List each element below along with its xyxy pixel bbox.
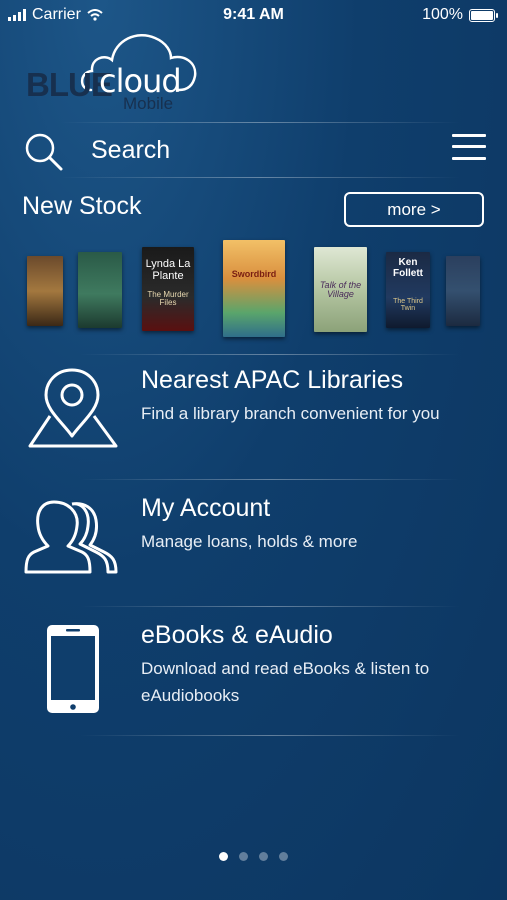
- page-dot[interactable]: [279, 852, 288, 861]
- hamburger-menu-icon[interactable]: [452, 132, 486, 162]
- divider: [80, 354, 460, 355]
- ebooks-eaudio-item[interactable]: eBooks & eAudio Download and read eBooks…: [0, 615, 507, 735]
- nearest-libraries-item[interactable]: Nearest APAC Libraries Find a library br…: [0, 360, 507, 470]
- battery-percentage: 100%: [422, 6, 463, 23]
- book-cover-2[interactable]: [78, 252, 122, 328]
- menu-item-subtitle: Manage loans, holds & more: [141, 532, 358, 551]
- page-dot[interactable]: [239, 852, 248, 861]
- menu-item-title: Nearest APAC Libraries: [141, 366, 404, 394]
- status-right: 100%: [422, 6, 498, 24]
- divider: [60, 122, 460, 123]
- page-indicator[interactable]: [0, 852, 507, 861]
- my-account-item[interactable]: My Account Manage loans, holds & more: [0, 488, 507, 598]
- menu-item-title: My Account: [141, 494, 271, 522]
- menu-item-subtitle: Download and read eBooks & listen to eAu…: [141, 659, 430, 705]
- status-bar: Carrier 9:41 AM 100%: [0, 0, 507, 30]
- book-cover-3[interactable]: Lynda La Plante The Murder Files: [142, 247, 194, 331]
- menu-item-subtitle: Find a library branch convenient for you: [141, 404, 440, 423]
- search-row[interactable]: Search: [0, 128, 507, 174]
- search-icon[interactable]: [24, 132, 64, 172]
- page-dot[interactable]: [259, 852, 268, 861]
- book-4-title: Swordbird: [231, 269, 277, 279]
- logo-mobile-text: Mobile: [123, 94, 174, 113]
- book-cover-7[interactable]: [446, 256, 480, 326]
- divider: [80, 479, 460, 480]
- book-cover-5[interactable]: Talk of the Village: [314, 247, 367, 332]
- divider: [80, 606, 460, 607]
- menu-item-title: eBooks & eAudio: [141, 621, 333, 649]
- page-dot[interactable]: [219, 852, 228, 861]
- new-stock-title: New Stock: [22, 192, 142, 220]
- book-3-author: Lynda La Plante: [145, 258, 191, 282]
- divider: [80, 735, 460, 736]
- book-cover-6[interactable]: Ken Follett The Third Twin: [386, 252, 430, 328]
- book-cover-4[interactable]: Swordbird: [223, 240, 285, 337]
- book-6-author: Ken Follett: [393, 257, 423, 279]
- divider: [60, 177, 460, 178]
- book-6-title: The Third Twin: [393, 298, 423, 313]
- book-5-title: Talk of the Village: [319, 280, 362, 300]
- smartphone-icon: [47, 625, 99, 713]
- account-users-icon: [24, 500, 118, 574]
- map-pin-icon: [28, 368, 118, 448]
- book-cover-1[interactable]: [27, 256, 63, 326]
- battery-icon: [469, 8, 498, 22]
- bluecloud-logo: BLUE cloud Mobile: [24, 28, 204, 118]
- book-3-title: The Murder Files: [147, 290, 189, 308]
- search-input[interactable]: Search: [91, 136, 170, 165]
- more-button[interactable]: more >: [344, 192, 484, 227]
